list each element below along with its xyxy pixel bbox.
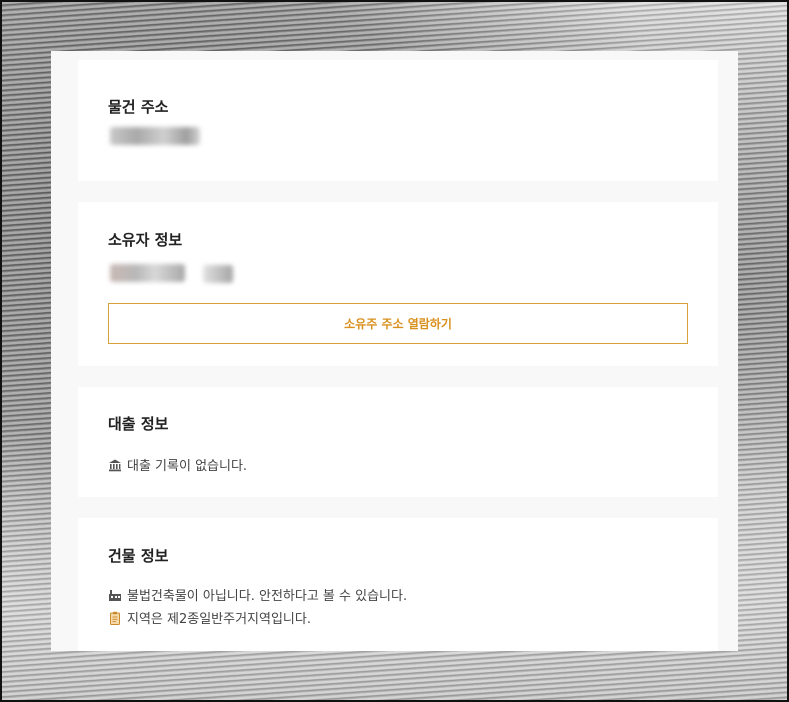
bank-icon: [108, 458, 122, 472]
building-info-line: 지역은 제2종일반주거지역입니다.: [108, 608, 311, 627]
loan-info-message: 대출 기록이 없습니다.: [127, 459, 248, 474]
clipboard-icon: [108, 611, 122, 625]
reveal-owner-address-button[interactable]: 소유주 주소 열람하기: [108, 303, 688, 344]
building-info-title: 건물 정보: [108, 547, 169, 565]
property-address-card: 물건 주소: [78, 60, 718, 181]
property-address-title: 물건 주소: [108, 98, 169, 116]
loan-info-line: 대출 기록이 없습니다.: [108, 455, 247, 474]
info-panel: 물건 주소 소유자 정보 소유주 주소 열람하기 대출 정보 대출 기록이 없습…: [51, 51, 738, 651]
building-info-text-zoning: 지역은 제2종일반주거지역입니다.: [127, 612, 311, 627]
loan-info-card: 대출 정보 대출 기록이 없습니다.: [78, 387, 718, 497]
loan-info-title: 대출 정보: [108, 415, 169, 433]
owner-info-card: 소유자 정보 소유주 주소 열람하기: [78, 202, 718, 366]
owner-info-title: 소유자 정보: [108, 231, 183, 249]
building-info-text-legal: 불법건축물이 아닙니다. 안전하다고 볼 수 있습니다.: [127, 589, 408, 604]
building-info-card: 건물 정보 불법건축물이 아닙니다. 안전하다고 볼 수 있습니다. 지역은 제…: [78, 518, 718, 651]
factory-icon: [108, 588, 122, 602]
building-info-line: 불법건축물이 아닙니다. 안전하다고 볼 수 있습니다.: [108, 585, 407, 604]
